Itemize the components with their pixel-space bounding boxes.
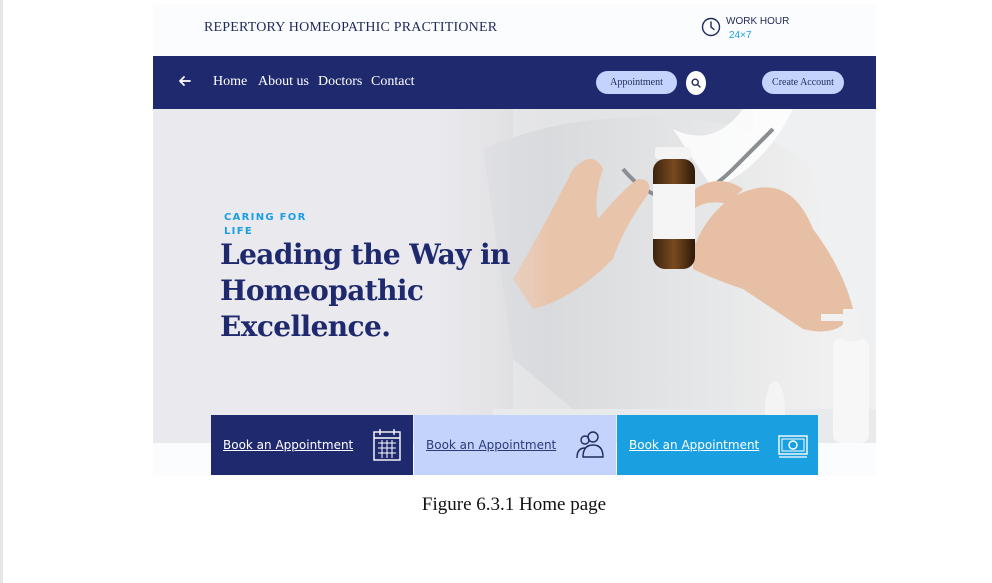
card-label[interactable]: Book an Appointment xyxy=(629,438,759,452)
hero-headline: Leading the Way in Homeopathic Excellenc… xyxy=(220,238,510,343)
website-screenshot: REPERTORY HOMEOPATHIC PRACTITIONER WORK … xyxy=(153,4,876,476)
site-brand[interactable]: REPERTORY HOMEOPATHIC PRACTITIONER xyxy=(204,20,497,36)
card-label[interactable]: Book an Appointment xyxy=(223,438,353,452)
work-hour-value: 24×7 xyxy=(729,30,752,41)
money-icon xyxy=(778,435,808,458)
clock-icon xyxy=(701,17,721,37)
appointment-button[interactable]: Appointment xyxy=(596,71,677,94)
main-nav: Home About us Doctors Contact Appointmen… xyxy=(153,56,876,109)
book-appointment-card-2[interactable]: Book an Appointment xyxy=(414,415,616,475)
hero-banner: CARING FOR LIFE Leading the Way in Homeo… xyxy=(153,109,876,443)
arrow-left-icon[interactable] xyxy=(177,73,193,89)
calendar-icon xyxy=(373,429,401,461)
book-appointment-card-3[interactable]: Book an Appointment xyxy=(617,415,818,475)
search-icon xyxy=(691,78,701,88)
work-hour-title: WORK HOUR xyxy=(726,16,790,27)
nav-link-about[interactable]: About us xyxy=(258,74,309,90)
nav-link-home[interactable]: Home xyxy=(213,74,247,90)
card-label[interactable]: Book an Appointment xyxy=(426,438,556,452)
figure-caption: Figure 6.3.1 Home page xyxy=(421,494,607,515)
hero-tagline: CARING FOR LIFE xyxy=(224,212,307,237)
search-button[interactable] xyxy=(686,71,706,95)
nav-link-contact[interactable]: Contact xyxy=(371,74,415,90)
nav-link-doctors[interactable]: Doctors xyxy=(318,74,362,90)
top-header: REPERTORY HOMEOPATHIC PRACTITIONER WORK … xyxy=(153,4,876,56)
users-icon xyxy=(576,431,604,459)
book-appointment-card-1[interactable]: Book an Appointment xyxy=(211,415,413,475)
create-account-button[interactable]: Create Account xyxy=(762,71,844,94)
